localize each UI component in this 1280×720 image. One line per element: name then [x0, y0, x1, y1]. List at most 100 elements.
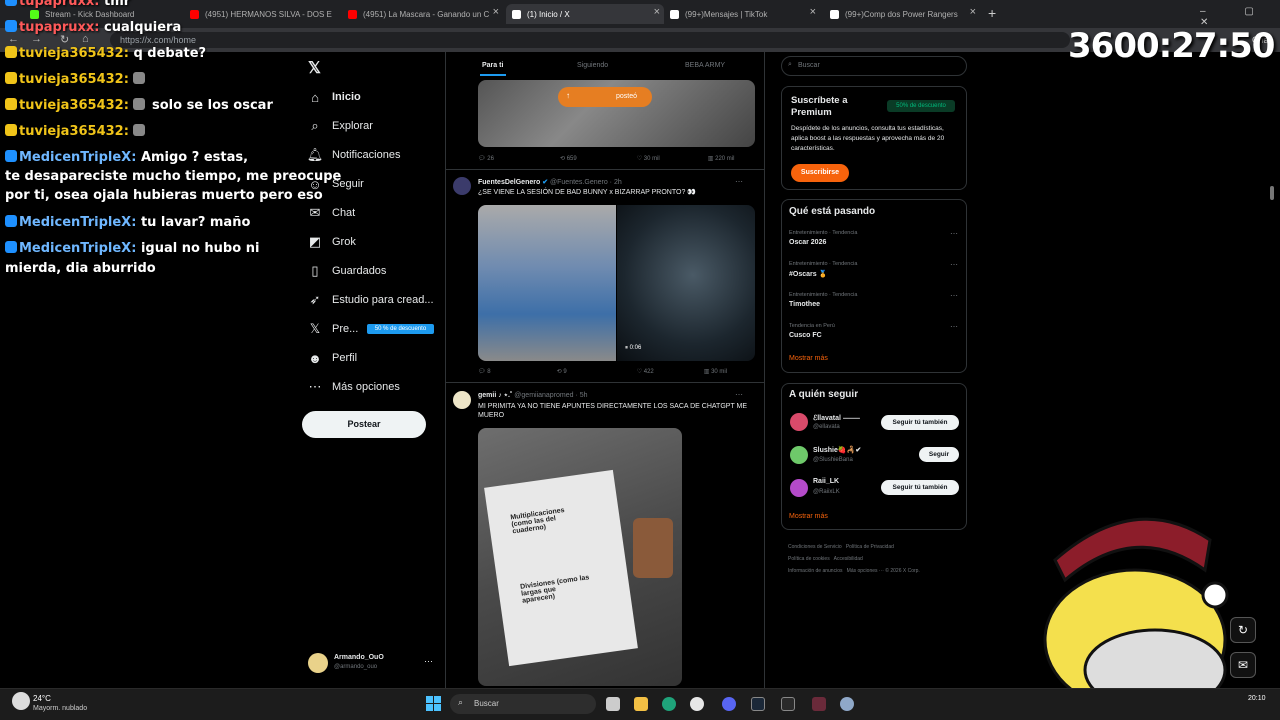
crown-icon: [5, 98, 17, 110]
close-tab-icon[interactable]: ×: [970, 6, 976, 18]
follow-name[interactable]: ℰllavatal ⸻: [813, 413, 860, 423]
search-input[interactable]: Buscar: [781, 56, 967, 76]
post-video[interactable]: [617, 205, 755, 361]
follow-show-more-link[interactable]: Mostrar más: [789, 513, 828, 520]
app-icon[interactable]: [812, 697, 826, 711]
badge-icon: [5, 241, 17, 253]
post-image-left[interactable]: [478, 205, 616, 361]
post-author[interactable]: FuentesDelGenero ✔ @Fuentes.Genero · 2h: [478, 178, 622, 186]
nav-inicio[interactable]: ⌂ Inicio: [308, 86, 361, 108]
nav-seguir[interactable]: ☺ Seguir: [308, 173, 363, 195]
refresh-icon[interactable]: ↻: [1230, 617, 1256, 643]
trend-item[interactable]: Timothee: [789, 301, 820, 308]
like-count[interactable]: ♡ 422: [637, 368, 672, 375]
account-menu-icon[interactable]: ⋯: [424, 656, 433, 667]
new-tab-icon[interactable]: +: [988, 5, 996, 21]
crown-icon: [5, 124, 17, 136]
trend-item[interactable]: Oscar 2026: [789, 239, 826, 246]
views-count[interactable]: ▥ 220 mil: [708, 155, 753, 162]
follow-button[interactable]: Seguir: [919, 447, 959, 462]
more-icon[interactable]: ⋯: [950, 322, 958, 331]
nav-mas-opciones[interactable]: ⋯ Más opciones: [308, 376, 400, 398]
more-icon[interactable]: ⋯: [950, 260, 958, 269]
more-circle-icon: ⋯: [308, 379, 322, 394]
avatar[interactable]: [308, 653, 328, 673]
follow-name[interactable]: Raii_LK: [813, 478, 839, 485]
more-icon[interactable]: ⋯: [735, 177, 743, 186]
tab-tiktok[interactable]: (99+)Mensajes | TikTok ×: [670, 4, 820, 24]
emote-icon: [133, 98, 146, 110]
weather-temp[interactable]: 24°C: [33, 694, 51, 703]
discord-icon[interactable]: [722, 697, 736, 711]
avatar[interactable]: [790, 446, 808, 464]
like-count[interactable]: ♡ 30 mil: [637, 155, 678, 162]
chat-message-continued: mierda, dia aburrido: [5, 261, 156, 276]
nav-premium[interactable]: 𝕏 Pre...: [308, 318, 359, 340]
avatar[interactable]: [453, 177, 471, 195]
trend-item[interactable]: #Oscars 🏅: [789, 270, 827, 278]
clock[interactable]: 20:10: [1248, 695, 1266, 702]
avatar[interactable]: [453, 391, 471, 409]
taskbar-search[interactable]: Buscar: [450, 694, 596, 714]
steam-icon[interactable]: [751, 697, 765, 711]
new-posts-pill[interactable]: posteó: [558, 87, 652, 107]
nav-estudio[interactable]: ➶ Estudio para cread...: [308, 289, 434, 311]
nav-perfil[interactable]: ☻ Perfil: [308, 347, 357, 369]
nav-chat[interactable]: ✉ Chat: [308, 202, 356, 224]
avatar[interactable]: [790, 479, 808, 497]
badge-icon: [5, 20, 17, 32]
file-explorer-icon[interactable]: [634, 697, 648, 711]
tab-beba-army[interactable]: BEBA ARMY: [685, 62, 725, 69]
tab-siguiendo[interactable]: Siguiendo: [577, 62, 608, 69]
show-more-link[interactable]: Mostrar más: [789, 355, 828, 362]
avatar[interactable]: [790, 413, 808, 431]
account-handle: @armando_ouo: [334, 664, 378, 670]
tab-la-mascara[interactable]: (4951) La Mascara - Ganando un C ×: [348, 4, 503, 24]
close-tab-icon[interactable]: ×: [810, 6, 816, 18]
tab-para-ti[interactable]: Para ti: [482, 62, 503, 69]
more-icon[interactable]: ⋯: [735, 390, 743, 399]
search-icon: ⌕: [311, 118, 319, 133]
follow-button[interactable]: Seguir tú también: [881, 480, 959, 495]
subscribe-button[interactable]: Suscribirse: [791, 164, 849, 182]
more-icon[interactable]: ⋯: [950, 229, 958, 238]
close-tab-icon[interactable]: ×: [654, 6, 660, 18]
obs-icon[interactable]: [781, 697, 795, 711]
repost-count[interactable]: ⟲ 659: [560, 155, 595, 162]
edge-browser-icon[interactable]: [662, 697, 676, 711]
chat-message: MedicenTripleX: tu lavar? maño: [5, 213, 250, 233]
app-icon[interactable]: [690, 697, 704, 711]
trend-category: Entretenimiento · Tendencia: [789, 230, 858, 236]
premium-discount-badge: 50 % de descuento: [367, 324, 434, 334]
post-button[interactable]: Postear: [302, 411, 426, 438]
window-controls[interactable]: – ▢ ✕: [1200, 6, 1280, 28]
nav-guardados[interactable]: ▯ Guardados: [308, 260, 386, 282]
nav-grok[interactable]: ◩ Grok: [308, 231, 356, 253]
tab-x-home[interactable]: (1) Inicio / X ×: [506, 4, 664, 24]
x-logo-icon[interactable]: 𝕏: [308, 58, 321, 78]
task-view-icon[interactable]: [606, 697, 620, 711]
rocket-icon: ➶: [309, 292, 321, 307]
weather-icon: [12, 692, 30, 710]
mail-icon[interactable]: ✉: [1230, 652, 1256, 678]
trend-item[interactable]: Cusco FC: [789, 332, 822, 339]
post-author[interactable]: gemii ♪ ⋆.˚ @gemiianapromed · 5h: [478, 391, 588, 399]
x-logo-icon: 𝕏: [309, 321, 321, 336]
more-icon[interactable]: ⋯: [950, 291, 958, 300]
settings-icon[interactable]: [840, 697, 854, 711]
reply-count[interactable]: 💬︎ 8: [478, 368, 509, 375]
nav-notificaciones[interactable]: 🔔︎ Notificaciones: [307, 144, 401, 166]
follow-button[interactable]: Seguir tú también: [881, 415, 959, 430]
close-tab-icon[interactable]: ×: [493, 6, 499, 18]
follow-name[interactable]: Slushie🍓🦂✔: [813, 446, 861, 454]
views-count[interactable]: ▥ 30 mil: [704, 368, 745, 375]
repost-count[interactable]: ⟲ 9: [557, 368, 585, 375]
windows-start-icon[interactable]: [426, 696, 441, 711]
post-image[interactable]: Multiplicaciones (como las del cuaderno)…: [478, 428, 682, 686]
chat-message: tuvieja365432: solo se los oscar: [5, 96, 273, 116]
nav-explorar[interactable]: ⌕ Explorar: [308, 115, 373, 137]
tab-power-rangers[interactable]: (99+)Comp dos Power Rangers ×: [830, 4, 980, 24]
weather-desc: Mayorm. nublado: [33, 705, 88, 712]
reply-count[interactable]: 💬︎ 26: [478, 155, 512, 162]
scrollbar-thumb[interactable]: [1270, 186, 1274, 200]
